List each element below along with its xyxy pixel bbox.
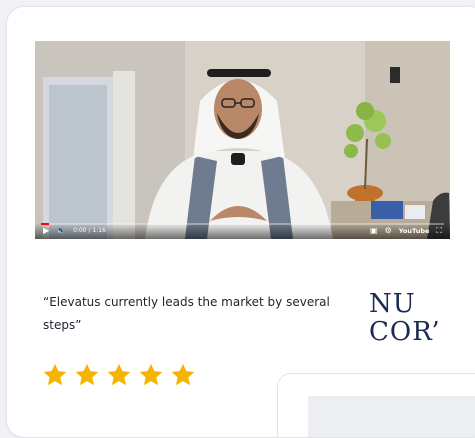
star-icon	[171, 363, 195, 386]
play-icon[interactable]: ▶	[43, 225, 49, 237]
volume-icon[interactable]: 🔈	[56, 225, 66, 237]
video-controls: ▶ 🔈 0:00 / 1:16 ▣ ⚙ YouTube ⛶	[35, 223, 450, 239]
captions-icon[interactable]: ▣	[370, 225, 378, 237]
testimonial-quote: “Elevatus currently leads the market by …	[43, 295, 330, 332]
video-thumbnail	[35, 41, 450, 239]
youtube-logo[interactable]: YouTube	[399, 225, 430, 237]
star-icon	[139, 363, 163, 386]
star-icon	[43, 363, 67, 386]
company-logo-line2: COR’	[369, 317, 441, 347]
next-testimonial-card[interactable]	[277, 373, 475, 437]
testimonial-card: ▶ 🔈 0:00 / 1:16 ▣ ⚙ YouTube ⛶ “Elevatus …	[6, 6, 475, 438]
star-icon	[107, 363, 131, 386]
company-logo: NU COR’	[369, 290, 441, 346]
company-logo-line1: NU	[369, 289, 416, 319]
video-player[interactable]: ▶ 🔈 0:00 / 1:16 ▣ ⚙ YouTube ⛶	[35, 41, 450, 239]
star-rating	[41, 361, 197, 389]
fullscreen-icon[interactable]: ⛶	[436, 225, 442, 237]
settings-icon[interactable]: ⚙	[385, 225, 392, 237]
next-card-placeholder	[308, 396, 475, 437]
star-icon	[75, 363, 99, 386]
video-time: 0:00 / 1:16	[73, 227, 106, 234]
